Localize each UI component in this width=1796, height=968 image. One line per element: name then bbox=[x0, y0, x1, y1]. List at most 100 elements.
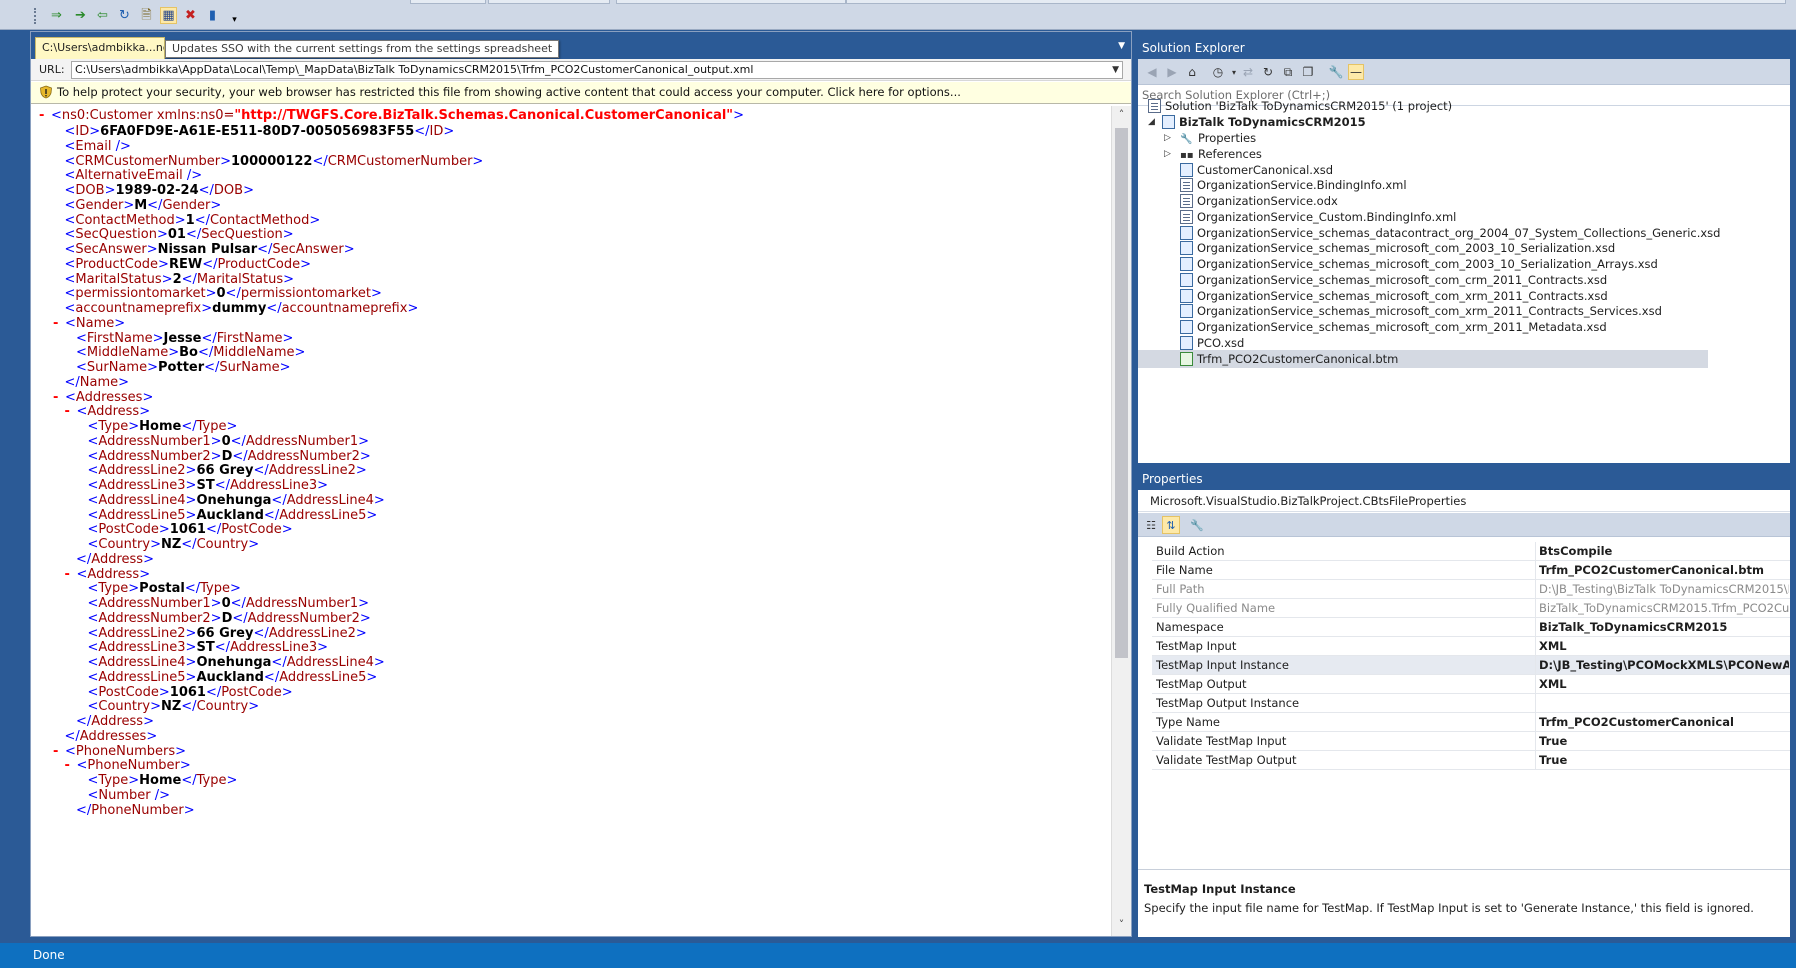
bracket: </ bbox=[232, 610, 248, 626]
url-field[interactable]: C:\Users\admbikka\AppData\Local\Temp\_Ma… bbox=[71, 61, 1123, 79]
property-value[interactable]: D:\JB_Testing\PCOMockXMLS\PCONewApplica bbox=[1539, 656, 1789, 674]
property-value[interactable]: True bbox=[1539, 751, 1789, 769]
show-all-files-icon[interactable]: ❐ bbox=[1300, 64, 1316, 80]
document-tab[interactable]: C:\Users\admbikka...no bbox=[35, 37, 165, 59]
xml-tag: Country bbox=[98, 699, 151, 715]
document-icon[interactable]: 🗎 bbox=[138, 7, 155, 24]
xml-value: Home bbox=[139, 773, 182, 788]
deploy-sso-icon[interactable]: ▦ bbox=[160, 7, 177, 24]
property-pages-icon[interactable]: 🔧 bbox=[1188, 516, 1206, 534]
bracket: > bbox=[309, 212, 321, 228]
property-value[interactable]: XML bbox=[1539, 637, 1789, 655]
property-value[interactable]: True bbox=[1539, 732, 1789, 750]
collapse-toggle[interactable]: - bbox=[39, 108, 51, 125]
property-value[interactable]: BtsCompile bbox=[1539, 542, 1789, 560]
xml-content: - <ns0:Customer xmlns:ns0="http://TWGFS.C… bbox=[31, 106, 1107, 936]
xml-tag: Type bbox=[196, 419, 227, 434]
bracket: > bbox=[147, 360, 159, 375]
property-row[interactable]: Build Action BtsCompile bbox=[1152, 542, 1790, 561]
collapse-toggle[interactable]: - bbox=[53, 390, 65, 407]
collapse-toggle[interactable]: - bbox=[65, 567, 77, 584]
categorized-icon[interactable]: ☷ bbox=[1142, 516, 1160, 534]
xml-tag: MaritalStatus bbox=[196, 271, 284, 287]
history-icon[interactable]: ◷ bbox=[1210, 64, 1226, 80]
properties-panel: Properties Microsoft.VisualStudio.BizTal… bbox=[1138, 469, 1790, 937]
bracket: /> bbox=[182, 168, 203, 184]
collapse-toggle[interactable]: - bbox=[53, 744, 65, 761]
bracket: </ bbox=[76, 714, 92, 729]
forward-arrows-icon[interactable]: ⇒ bbox=[48, 7, 65, 24]
property-value[interactable]: BizTalk_ToDynamicsCRM2015 bbox=[1539, 618, 1789, 636]
xml-tag: AddressLine2 bbox=[98, 625, 186, 641]
bracket: > bbox=[358, 596, 370, 611]
property-row[interactable]: File Name Trfm_PCO2CustomerCanonical.btm bbox=[1152, 561, 1790, 580]
property-row[interactable]: TestMap Output Instance bbox=[1152, 694, 1790, 713]
properties-toolbar: ☷ ⇅ 🔧 bbox=[1138, 513, 1790, 537]
delete-icon[interactable]: ✖ bbox=[182, 7, 199, 24]
home-icon[interactable]: ⌂ bbox=[1184, 64, 1200, 80]
shield-warning-icon bbox=[40, 85, 52, 99]
xml-tag: accountnameprefix bbox=[281, 301, 408, 316]
properties-wrench-icon[interactable]: 🔧 bbox=[1328, 64, 1344, 80]
forward-icon[interactable]: ▶ bbox=[1164, 64, 1180, 80]
alphabetical-icon[interactable]: ⇅ bbox=[1162, 516, 1180, 534]
expand-arrow-icon[interactable]: ▷ bbox=[1164, 133, 1171, 143]
xml-value: 0 bbox=[216, 286, 226, 302]
property-row[interactable]: Fully Qualified Name BizTalk_ToDynamicsCR… bbox=[1152, 599, 1790, 618]
bracket: > bbox=[317, 478, 329, 493]
collapse-all-icon[interactable]: ⧉ bbox=[1280, 64, 1296, 80]
xml-file-icon bbox=[1180, 178, 1193, 193]
property-value[interactable]: Trfm_PCO2CustomerCanonical.btm bbox=[1539, 561, 1789, 579]
bracket: </ bbox=[225, 286, 241, 302]
property-row[interactable]: Validate TestMap Output True bbox=[1152, 751, 1790, 770]
xml-tag: AddressNumber2 bbox=[247, 448, 360, 464]
preview-icon[interactable]: — bbox=[1348, 64, 1364, 80]
collapse-toggle[interactable]: - bbox=[65, 758, 77, 775]
bracket: </ bbox=[271, 655, 287, 670]
collapse-toggle[interactable]: - bbox=[53, 316, 65, 333]
xml-vertical-scrollbar[interactable]: ˄ ˅ bbox=[1111, 106, 1131, 936]
xml-tag: Country bbox=[196, 537, 249, 552]
property-description: TestMap Input Instance Specify the input… bbox=[1138, 869, 1790, 935]
database-icon[interactable]: ▮ bbox=[204, 7, 221, 24]
expand-arrow-icon[interactable]: ◢ bbox=[1148, 117, 1155, 127]
left-arrow-icon[interactable]: ⇦ bbox=[94, 7, 111, 24]
property-row[interactable]: TestMap Input XML bbox=[1152, 637, 1790, 656]
bracket: </ bbox=[76, 551, 92, 567]
folder-label: Properties bbox=[1198, 131, 1257, 145]
toolbar-grip[interactable] bbox=[34, 8, 38, 24]
back-icon[interactable]: ◀ bbox=[1144, 64, 1160, 80]
bracket: </ bbox=[194, 212, 210, 228]
property-row[interactable]: TestMap Output XML bbox=[1152, 675, 1790, 694]
sync-icon[interactable]: ⇄ bbox=[1240, 64, 1256, 80]
xml-tag: ProductCode bbox=[75, 256, 159, 272]
property-row[interactable]: TestMap Input Instance D:\JB_Testing\PCOM… bbox=[1152, 656, 1790, 675]
bracket: </ bbox=[202, 256, 218, 272]
bracket: < bbox=[87, 433, 99, 449]
property-row[interactable]: Namespace BizTalk_ToDynamicsCRM2015 bbox=[1152, 618, 1790, 637]
refresh-icon[interactable]: ↻ bbox=[116, 7, 133, 24]
description-text: Specify the input file name for TestMap.… bbox=[1144, 901, 1754, 915]
property-row[interactable]: Full Path D:\JB_Testing\BizTalk ToDynamic… bbox=[1152, 580, 1790, 599]
collapse-toggle[interactable]: - bbox=[65, 404, 77, 421]
refresh-icon[interactable]: ↻ bbox=[1260, 64, 1276, 80]
scroll-up-icon[interactable]: ˄ bbox=[1112, 108, 1131, 124]
right-arrow-icon[interactable]: ➔ bbox=[72, 7, 89, 24]
grid-divider[interactable] bbox=[1535, 542, 1536, 770]
scroll-thumb[interactable] bbox=[1115, 128, 1128, 658]
xml-tag: Addresses bbox=[79, 728, 147, 744]
document-dropdown-icon[interactable]: ▼ bbox=[1118, 41, 1125, 51]
xml-tag: Address bbox=[87, 566, 140, 582]
properties-object-selector[interactable]: Microsoft.VisualStudio.BizTalkProject.CB… bbox=[1138, 490, 1790, 512]
property-row[interactable]: Validate TestMap Input True bbox=[1152, 732, 1790, 751]
expand-arrow-icon[interactable]: ▷ bbox=[1164, 149, 1171, 159]
property-value[interactable]: XML bbox=[1539, 675, 1789, 693]
property-row[interactable]: Type Name Trfm_PCO2CustomerCanonical bbox=[1152, 713, 1790, 732]
file-item[interactable]: Trfm_PCO2CustomerCanonical.btm bbox=[1138, 349, 1708, 368]
overflow-icon[interactable]: ▾ bbox=[226, 12, 243, 29]
property-value[interactable]: Trfm_PCO2CustomerCanonical bbox=[1539, 713, 1789, 731]
xml-tag: Address bbox=[91, 551, 144, 567]
security-infobar[interactable]: To help protect your security, your web … bbox=[31, 82, 1131, 104]
scroll-down-icon[interactable]: ˅ bbox=[1112, 918, 1131, 934]
url-dropdown-icon[interactable]: ▼ bbox=[1112, 62, 1119, 78]
